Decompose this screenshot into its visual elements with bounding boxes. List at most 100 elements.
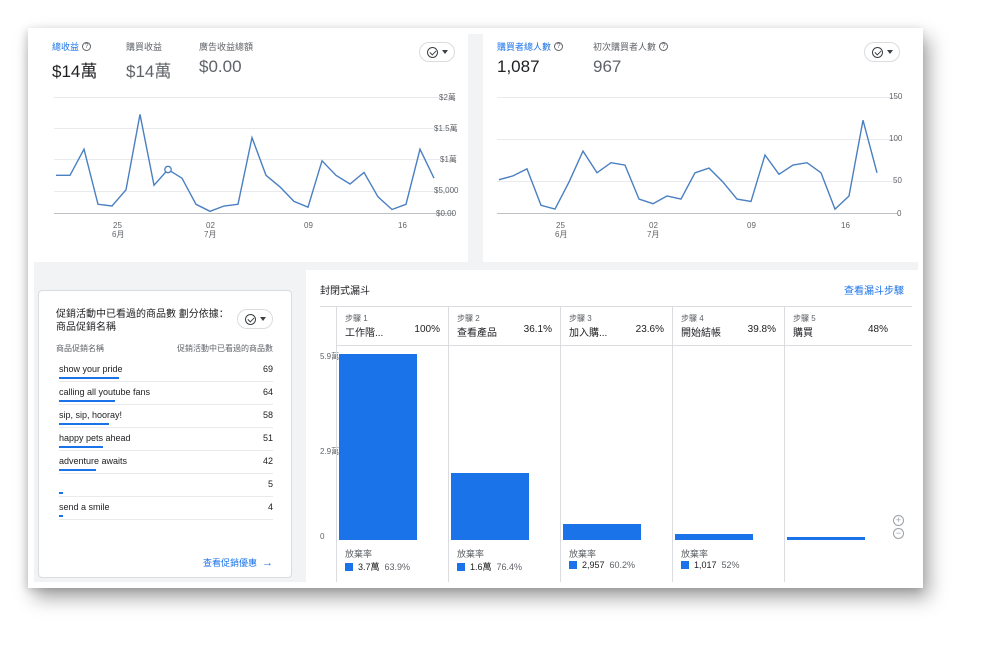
- help-icon[interactable]: ?: [554, 42, 564, 51]
- y-tick: 0: [320, 532, 325, 541]
- funnel-title: 封閉式漏斗: [320, 286, 370, 297]
- promo-bar: [59, 515, 63, 517]
- funnel-step-column[interactable]: 步驟 3 加入購... 23.6% 放棄率 2,957 60.2%: [560, 307, 672, 582]
- funnel-bar[interactable]: [451, 472, 529, 540]
- metric-label: 初次購買者人數: [593, 42, 657, 52]
- abandon-label: 放棄率: [457, 549, 485, 559]
- zoom-in-icon[interactable]: +: [893, 515, 904, 526]
- legend-square: [681, 561, 689, 569]
- funnel-bar[interactable]: [563, 523, 641, 540]
- step-number: 步驟 1: [345, 314, 368, 323]
- step-percent: 36.1%: [523, 324, 552, 335]
- view-funnel-steps-link[interactable]: 查看漏斗步驟: [844, 282, 904, 297]
- funnel-step-column[interactable]: 步驟 4 開始結帳 39.8% 放棄率 1,017 52%: [672, 307, 784, 582]
- funnel-bar[interactable]: [787, 537, 865, 540]
- table-row[interactable]: sip, sip, hooray! 58: [59, 407, 273, 429]
- zoom-out-icon[interactable]: −: [893, 528, 904, 539]
- metric-purchase-revenue[interactable]: 購買收益 $14萬: [126, 40, 171, 82]
- abandon-percent: 76.4%: [496, 561, 523, 572]
- promo-title: 促銷活動中已看過的商品數 劃分依據： 商品促銷名稱: [56, 308, 236, 334]
- promo-value: 42: [262, 456, 273, 466]
- metric-value: $14萬: [52, 62, 98, 81]
- promo-bar: [59, 446, 104, 448]
- promo-name: calling all youtube fans: [59, 387, 151, 397]
- funnel-step-column[interactable]: 步驟 5 購買 48%: [784, 307, 896, 582]
- abandon-count: 2,957: [582, 560, 605, 570]
- metric-value: 1,087: [497, 57, 540, 76]
- row-divider: [59, 450, 273, 451]
- purchasers-chart: 150 100 50 0 25 6月 02 7月 09 16: [483, 92, 918, 262]
- abandon-value: 1,017 52%: [681, 560, 740, 570]
- step-percent: 23.6%: [635, 324, 664, 335]
- x-tick: 09: [304, 221, 313, 230]
- funnel-step-column[interactable]: 步驟 2 查看產品 36.1% 放棄率 1.6萬 76.4%: [448, 307, 560, 582]
- funnel-card: 封閉式漏斗 查看漏斗步驟 5.9萬 2.9萬 0 步驟 1 工作階... 100% 放…: [306, 270, 918, 582]
- promotions-card: 促銷活動中已看過的商品數 劃分依據： 商品促銷名稱 商品促銷名稱 促銷活動中已看…: [38, 290, 292, 578]
- step-number: 步驟 3: [569, 314, 592, 323]
- table-row[interactable]: adventure awaits 42: [59, 453, 273, 475]
- promo-title-line1: 促銷活動中已看過的商品數 劃分依據：: [56, 309, 229, 320]
- revenue-line-svg: [55, 114, 435, 213]
- table-row[interactable]: calling all youtube fans 64: [59, 384, 273, 406]
- col-header-value: 促銷活動中已看過的商品數: [177, 344, 273, 353]
- row-divider: [59, 519, 273, 520]
- chevron-down-icon: [886, 50, 893, 54]
- funnel-bar[interactable]: [339, 354, 417, 540]
- abandon-value: 2,957 60.2%: [569, 560, 635, 570]
- metric-total-revenue[interactable]: 總收益? $14萬: [52, 40, 97, 82]
- help-icon[interactable]: ?: [82, 42, 92, 51]
- promo-bar: [59, 469, 96, 471]
- funnel-bar[interactable]: [675, 533, 753, 540]
- promo-name: send a smile: [59, 502, 110, 512]
- promo-name: adventure awaits: [59, 456, 128, 466]
- x-tick-month: 7月: [647, 230, 660, 239]
- promo-table: show your pride 69 calling all youtube fan…: [39, 361, 291, 531]
- legend-square: [345, 562, 353, 571]
- table-row[interactable]: show your pride 69: [59, 361, 273, 383]
- view-promotions-link[interactable]: 查看促銷優惠 →: [203, 556, 273, 569]
- abandon-percent: 52%: [721, 560, 740, 570]
- table-row[interactable]: happy pets ahead 51: [59, 430, 273, 452]
- check-circle-icon: [426, 46, 438, 58]
- step-name: 購買: [793, 328, 813, 339]
- metric-label: 購買者總人數: [497, 42, 552, 52]
- abandon-label: 放棄率: [569, 549, 597, 559]
- abandon-percent: 60.2%: [609, 560, 636, 570]
- compare-dropdown[interactable]: [419, 42, 455, 62]
- check-circle-icon: [871, 46, 883, 58]
- row-divider: [59, 404, 273, 405]
- promo-title-line2: 商品促銷名稱: [56, 322, 116, 333]
- step-header-divider: [336, 345, 912, 346]
- funnel-step-column[interactable]: 步驟 1 工作階... 100% 放棄率 3.7萬 63.9%: [336, 307, 448, 582]
- x-tick-month: 6月: [555, 230, 568, 239]
- step-number: 步驟 5: [793, 314, 816, 323]
- help-icon[interactable]: ?: [659, 42, 669, 51]
- step-number: 步驟 2: [457, 314, 480, 323]
- table-row[interactable]: send a smile 4: [59, 499, 273, 521]
- step-name: 工作階...: [345, 328, 384, 339]
- promo-value: 64: [262, 387, 273, 397]
- metric-total-purchasers[interactable]: 購買者總人數? 1,087: [497, 40, 564, 77]
- compare-dropdown[interactable]: [237, 309, 273, 329]
- series-line: [498, 120, 878, 211]
- abandon-count: 3.7萬: [358, 562, 380, 572]
- metric-label: 總收益: [52, 42, 80, 52]
- metric-first-time-purchasers[interactable]: 初次購買者人數? 967: [593, 40, 669, 77]
- abandon-value: 1.6萬 76.4%: [457, 560, 522, 573]
- step-name: 加入購...: [569, 328, 608, 339]
- promo-value: 5: [267, 479, 273, 489]
- metric-ad-revenue[interactable]: 廣告收益總額 $0.00: [199, 40, 253, 77]
- abandon-percent: 63.9%: [384, 561, 411, 572]
- promo-bar: [59, 400, 115, 402]
- step-name: 查看產品: [457, 328, 497, 339]
- x-tick-month: 6月: [112, 230, 125, 239]
- promo-value: 58: [262, 410, 273, 420]
- table-row[interactable]: 5: [59, 476, 273, 498]
- peak-marker: [164, 165, 172, 174]
- metric-value: 967: [593, 57, 622, 76]
- col-header-name: 商品促銷名稱: [56, 344, 104, 353]
- abandon-label: 放棄率: [345, 549, 373, 559]
- promo-name: sip, sip, hooray!: [59, 410, 123, 420]
- compare-dropdown[interactable]: [864, 42, 900, 62]
- chevron-down-icon: [441, 50, 448, 54]
